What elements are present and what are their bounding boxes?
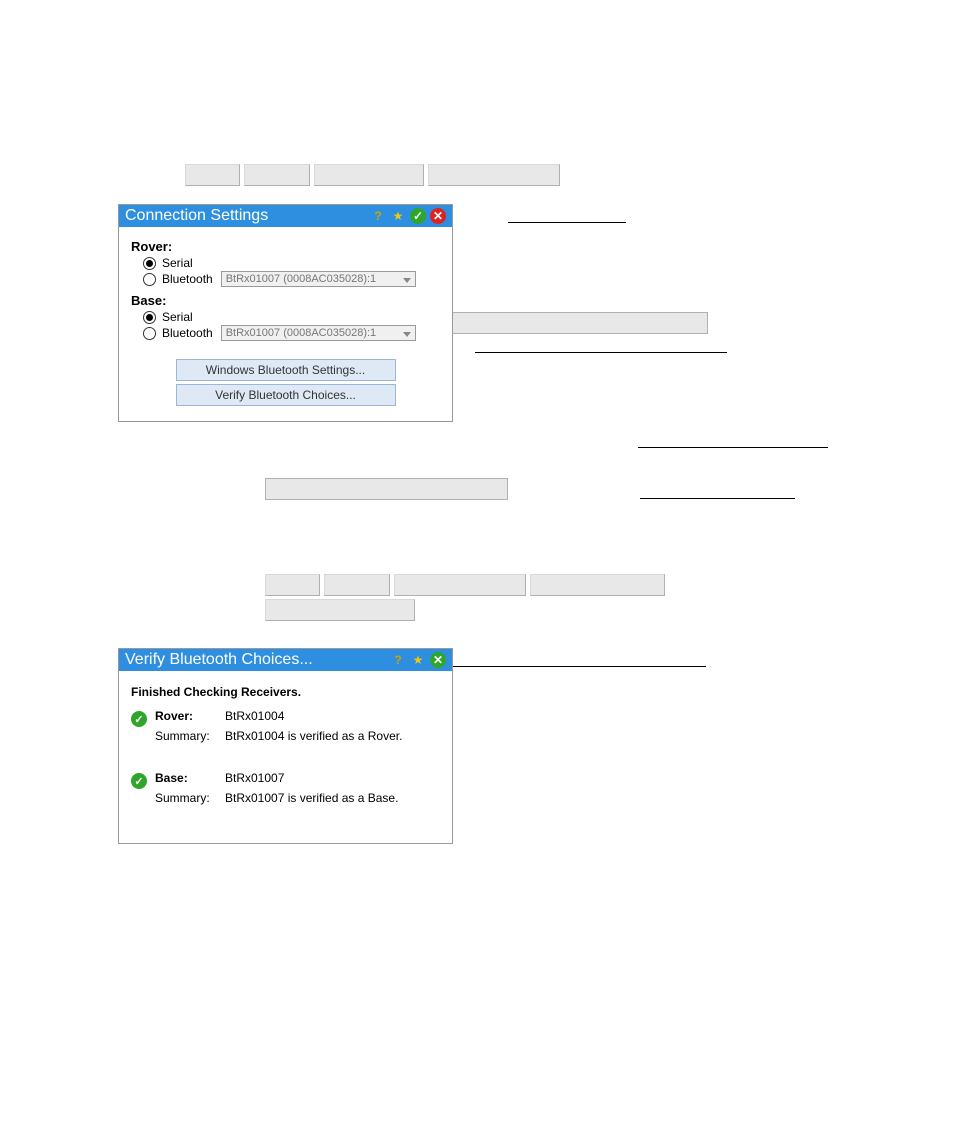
check-icon: ✓ [131,773,147,789]
rover-summary-label: Summary: [155,729,225,743]
rover-bluetooth-label: Bluetooth [162,272,213,286]
breadcrumb-item-3[interactable] [394,574,526,596]
base-section-label: Base: [131,293,440,308]
underline-rule [446,666,706,667]
close-icon[interactable]: ✕ [430,208,446,224]
dialog-title-bar: Verify Bluetooth Choices... ? ★ ✕ [119,649,452,671]
rover-section-label: Rover: [131,239,440,254]
base-summary-value: BtRx01007 is verified as a Base. [225,791,398,805]
breadcrumb-item-3[interactable] [314,164,424,186]
underline-rule [640,498,795,499]
dialog-title-bar: Connection Settings ? ★ ✓ ✕ [119,205,452,227]
favorite-icon[interactable]: ★ [390,208,406,224]
close-icon[interactable]: ✕ [430,652,446,668]
breadcrumb-item-4[interactable] [428,164,560,186]
ok-icon[interactable]: ✓ [410,208,426,224]
underline-rule [475,352,727,353]
base-value: BtRx01007 [225,771,398,785]
dialog-title: Connection Settings [125,207,370,225]
connection-settings-dialog: Connection Settings ? ★ ✓ ✕ Rover: Seria… [118,204,453,422]
rover-bt-device-select[interactable]: BtRx01007 (0008AC035028):1 [221,271,416,287]
gray-block[interactable] [443,312,708,334]
windows-bluetooth-settings-button[interactable]: Windows Bluetooth Settings... [176,359,396,381]
breadcrumb-item-4[interactable] [530,574,665,596]
verify-bluetooth-choices-dialog: Verify Bluetooth Choices... ? ★ ✕ Finish… [118,648,453,844]
rover-label: Rover: [155,709,225,723]
favorite-icon[interactable]: ★ [410,652,426,668]
base-label: Base: [155,771,225,785]
rover-serial-radio[interactable] [143,257,156,270]
status-text: Finished Checking Receivers. [131,685,440,699]
base-bt-device-select[interactable]: BtRx01007 (0008AC035028):1 [221,325,416,341]
help-icon[interactable]: ? [390,652,406,668]
gray-block[interactable] [265,478,508,500]
rover-summary-value: BtRx01004 is verified as a Rover. [225,729,402,743]
verify-bluetooth-choices-button[interactable]: Verify Bluetooth Choices... [176,384,396,406]
rover-bluetooth-radio[interactable] [143,273,156,286]
breadcrumb-item-1[interactable] [265,574,320,596]
breadcrumb-item-2[interactable] [244,164,310,186]
breadcrumb-item-2[interactable] [324,574,390,596]
dialog-title: Verify Bluetooth Choices... [125,651,390,669]
help-icon[interactable]: ? [370,208,386,224]
base-bluetooth-radio[interactable] [143,327,156,340]
base-bluetooth-label: Bluetooth [162,326,213,340]
underline-rule [508,222,626,223]
check-icon: ✓ [131,711,147,727]
base-serial-label: Serial [162,310,193,324]
base-summary-label: Summary: [155,791,225,805]
base-serial-radio[interactable] [143,311,156,324]
breadcrumb-item-1[interactable] [185,164,240,186]
rover-value: BtRx01004 [225,709,402,723]
underline-rule [638,447,828,448]
breadcrumb-item-5[interactable] [265,599,415,621]
rover-serial-label: Serial [162,256,193,270]
